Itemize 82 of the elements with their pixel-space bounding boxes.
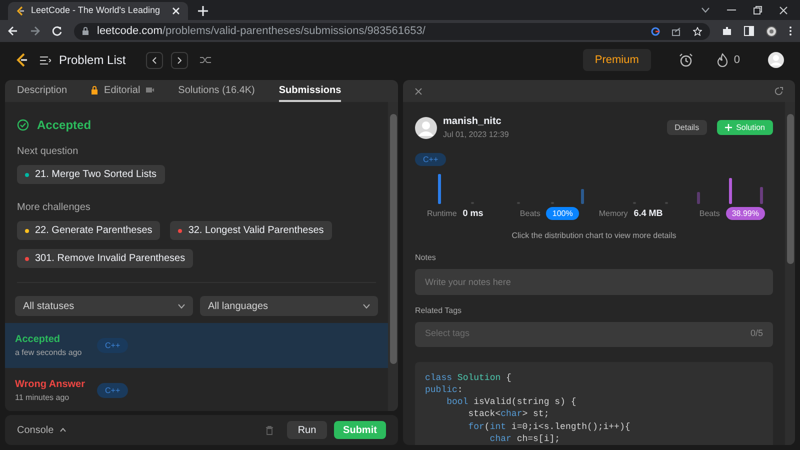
external-link-icon[interactable] [775,87,783,95]
leetcode-logo-icon [16,6,25,16]
details-button[interactable]: Details [666,120,708,135]
chevron-right-icon [176,56,182,64]
chevron-up-icon [60,428,66,432]
submission-date: Jul 01, 2023 12:39 [443,129,509,141]
profile-icon[interactable] [766,26,777,36]
avatar-icon [415,116,437,138]
field-label: Notes [415,252,437,264]
star-icon[interactable] [693,26,702,36]
question-chip[interactable]: 301. Remove Invalid Parentheses [17,249,194,268]
share-icon[interactable] [672,26,681,36]
check-circle-icon [17,119,29,131]
stat-label: Beats [699,208,720,220]
new-tab-icon[interactable] [198,6,208,16]
chevron-down-icon [178,304,185,308]
browser-tab[interactable]: LeetCode - The World's Leading [8,2,188,20]
lock-icon [82,27,89,35]
stat-label: Beats [520,208,540,220]
submission-time: 11 minutes ago [15,392,70,404]
filter-dropdown[interactable]: All languages [200,296,378,316]
question-chip[interactable]: 32. Longest Valid Parentheses [170,221,332,240]
stat-label: Runtime [427,208,457,220]
flame-icon[interactable] [716,53,728,67]
stat-value: 0 ms [462,207,484,220]
result-status: Accepted [37,117,92,134]
chart-hint: Click the distribution chart to view more details [510,230,678,242]
run-button[interactable]: Run [287,421,327,439]
premium-button[interactable]: Premium [582,49,651,71]
next-button[interactable] [170,52,188,68]
submission-status: Wrong Answer [15,378,86,392]
filter-dropdown[interactable]: All statuses [15,296,193,316]
close-icon[interactable] [779,6,788,14]
notes-field[interactable]: Write your notes here [415,268,773,294]
tab-title: LeetCode - The World's Leading [31,4,160,18]
panel-tab[interactable]: Solutions (16.4K) [178,80,255,102]
question-chip[interactable]: 21. Merge Two Sorted Lists [17,165,165,184]
beats-badge: 100% [546,207,579,220]
submission-status: Accepted [15,333,62,347]
menu-icon[interactable] [789,26,792,36]
section-label: More challenges [17,201,92,215]
panel-tab[interactable]: Editorial [91,80,154,102]
minimize-icon[interactable] [727,9,736,11]
chevron-down-icon [363,304,370,308]
streak-count: 0 [734,52,740,68]
submission-time: a few seconds ago [15,347,83,359]
code-block: class Solution { public: bool isValid(string s) { stack<char> st; for(int i=0;i<s.length();i++){ char ch=s[i]; [415,362,773,445]
chevron-down-icon[interactable] [701,7,710,13]
language-tag: C++ [97,383,128,398]
beats-badge: 38.99% [726,207,765,220]
language-tag: C++ [415,153,446,166]
scrollbar-thumb[interactable] [786,114,794,264]
submission-row[interactable]: Accepted a few seconds ago C++ [5,323,388,368]
problem-list-link[interactable]: Problem List [40,51,126,69]
scrollbar-thumb[interactable] [390,114,396,364]
avatar-icon[interactable] [768,52,784,68]
address-bar[interactable]: leetcode.com/problems/valid-parentheses/submissions/983561653/ [74,22,710,40]
previous-button[interactable] [146,52,163,68]
lock-icon [91,86,98,94]
forward-icon[interactable] [30,26,40,36]
section-label: Next question [17,145,80,159]
chevron-left-icon [152,56,157,64]
url-text: leetcode.com/problems/valid-parentheses/submissions/983561653/ [97,24,426,39]
list-icon [40,56,51,64]
shuffle-icon[interactable] [200,56,211,64]
stat-value: 6.4 MB [634,207,663,220]
question-chip[interactable]: 22. Generate Parentheses [17,221,160,240]
reload-icon[interactable] [52,26,62,36]
field-label: Related Tags [415,304,463,316]
back-icon[interactable] [8,26,18,36]
video-icon [146,87,154,93]
panel-tab[interactable]: Submissions [278,80,342,102]
stat-label: Memory [598,208,628,220]
restore-icon[interactable] [753,6,762,14]
leetcode-logo-icon[interactable] [16,53,28,67]
author-name: manish_nitc [443,115,502,129]
console-toggle[interactable]: Console [17,422,66,438]
alarm-clock-icon[interactable] [678,53,693,67]
side-panel-icon[interactable] [744,26,754,36]
plus-icon [725,124,732,131]
panel-tab[interactable]: Description [17,80,68,102]
language-tag: C++ [97,338,128,353]
